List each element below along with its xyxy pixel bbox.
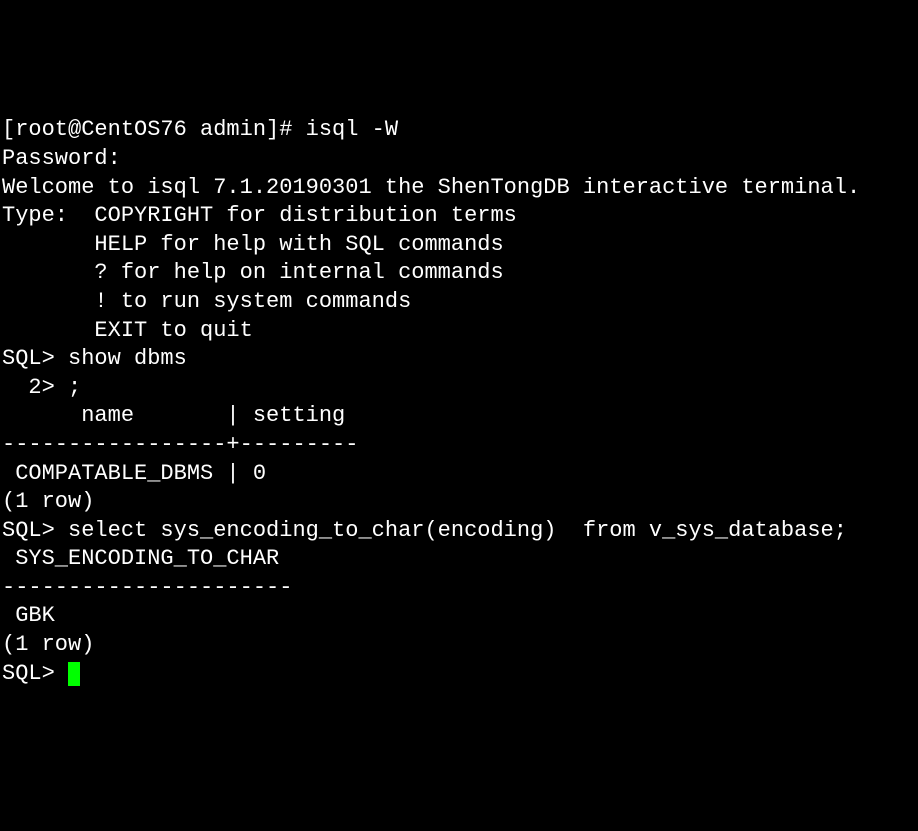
result-header: name | setting	[2, 402, 916, 431]
result-header-encoding: SYS_ENCODING_TO_CHAR	[2, 545, 916, 574]
sql-continuation: 2> ;	[2, 374, 916, 403]
help-exit: EXIT to quit	[2, 317, 916, 346]
sql-command-show-dbms: SQL> show dbms	[2, 345, 916, 374]
row-count-2: (1 row)	[2, 631, 916, 660]
help-question: ? for help on internal commands	[2, 259, 916, 288]
help-exclaim: ! to run system commands	[2, 288, 916, 317]
result-row-gbk: GBK	[2, 602, 916, 631]
welcome-message: Welcome to isql 7.1.20190301 the ShenTon…	[2, 174, 916, 203]
password-prompt: Password:	[2, 145, 916, 174]
sql-prompt-text: SQL>	[2, 661, 68, 686]
row-count: (1 row)	[2, 488, 916, 517]
cursor-icon	[68, 662, 80, 686]
help-copyright: Type: COPYRIGHT for distribution terms	[2, 202, 916, 231]
help-help: HELP for help with SQL commands	[2, 231, 916, 260]
sql-prompt[interactable]: SQL>	[2, 661, 80, 686]
result-separator-encoding: ----------------------	[2, 574, 916, 603]
result-row-dbms: COMPATABLE_DBMS | 0	[2, 460, 916, 489]
sql-command-select-encoding: SQL> select sys_encoding_to_char(encodin…	[2, 517, 916, 546]
terminal-output[interactable]: [root@CentOS76 admin]# isql -WPassword:W…	[2, 116, 916, 688]
shell-prompt-line: [root@CentOS76 admin]# isql -W	[2, 116, 916, 145]
result-separator: -----------------+---------	[2, 431, 916, 460]
